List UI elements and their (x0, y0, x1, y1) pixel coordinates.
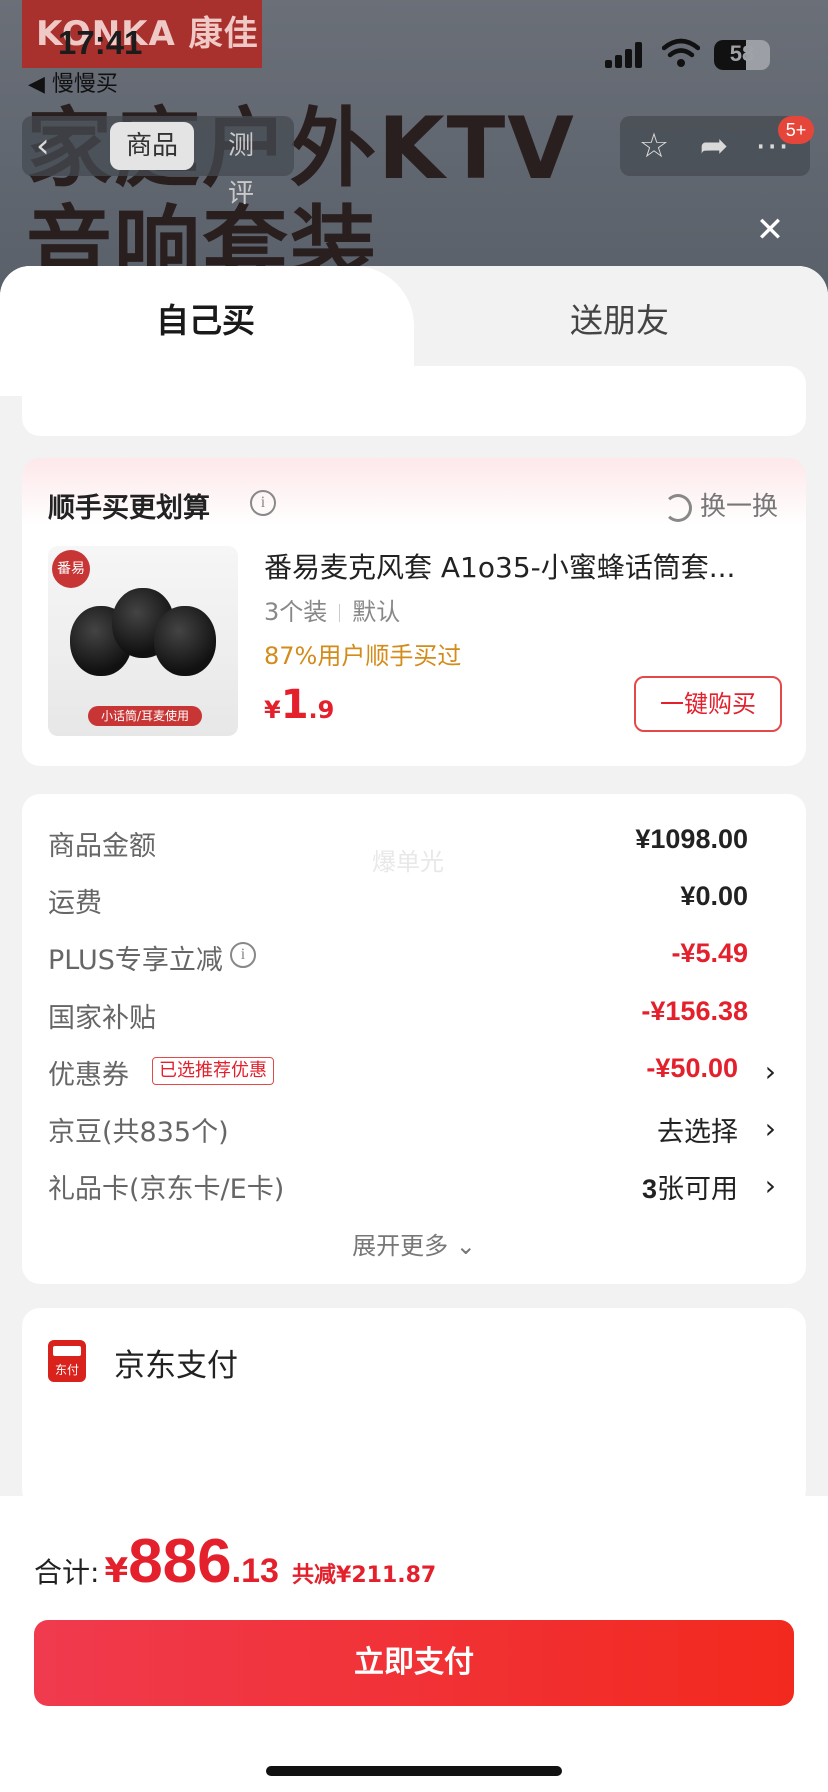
row-goods-amount: 商品金额 ¥1098.00 (48, 824, 748, 862)
tab-review[interactable]: 测评 (212, 122, 294, 209)
chevron-right-icon: › (764, 1169, 776, 1202)
row-gift-card[interactable]: 礼品卡(京东卡/E卡) 3张可用 › (22, 1167, 806, 1207)
upsell-product-spec: 3个装 默认 (264, 598, 401, 626)
status-bar: 17:41 ◀ 慢慢买 58 (0, 0, 828, 100)
upsell-product-price: ¥1.9 (264, 682, 335, 728)
back-to-app-link[interactable]: ◀ 慢慢买 (28, 66, 118, 98)
payment-method-card[interactable]: 东付 京东支付 (22, 1308, 806, 1508)
signal-icon (605, 42, 645, 68)
upsell-title: 顺手买更划算 (48, 493, 210, 524)
expand-more-button[interactable]: 展开更多 ⌄ (22, 1226, 806, 1261)
row-jd-beans[interactable]: 京豆(共835个) 去选择 › (22, 1110, 806, 1150)
chevron-right-icon: › (764, 1055, 776, 1088)
info-icon[interactable]: i (250, 490, 276, 516)
price-summary-card: 爆单光 商品金额 ¥1098.00 运费 ¥0.00 PLUS专享立减 i -¥… (22, 794, 806, 1284)
tab-product[interactable]: 商品 (110, 122, 195, 170)
coupon-selected-tag: 已选推荐优惠 (152, 1057, 274, 1085)
close-icon[interactable]: ✕ (750, 210, 790, 250)
pay-now-button[interactable]: 立即支付 (34, 1620, 794, 1706)
row-shipping: 运费 ¥0.00 (48, 881, 748, 919)
upsell-card: 顺手买更划算 i 换一换 番易 小话筒/耳麦使用 番易麦克风套 A1o35-小蜜… (22, 458, 806, 766)
upsell-product-name[interactable]: 番易麦克风套 A1o35-小蜜蜂话筒套... (264, 546, 784, 586)
one-click-buy-button[interactable]: 一键购买 (634, 676, 782, 732)
upsell-social-proof: 87%用户顺手买过 (264, 642, 462, 670)
row-plus-discount: PLUS专享立减 i -¥5.49 (48, 938, 748, 976)
wifi-icon (662, 38, 700, 67)
product-image-tag: 小话筒/耳麦使用 (88, 706, 202, 726)
row-coupon[interactable]: 优惠券 已选推荐优惠 -¥50.00 › (22, 1053, 806, 1093)
payment-method-title: 京东支付 (114, 1348, 238, 1384)
refresh-icon (663, 493, 692, 522)
info-icon[interactable]: i (230, 942, 256, 968)
chevron-right-icon: › (764, 1112, 776, 1145)
product-brand-logo: 番易 (52, 550, 90, 588)
chevron-down-icon: ⌄ (455, 1232, 476, 1260)
row-national-subsidy: 国家补贴 -¥156.38 (48, 996, 748, 1034)
status-time: 17:41 (58, 24, 143, 61)
home-indicator (266, 1766, 562, 1776)
checkout-bottom-bar: 合计: ¥886.13 共减¥211.87 立即支付 (0, 1496, 828, 1792)
tab-send-friend[interactable]: 送朋友 (380, 266, 828, 366)
tab-buy-self[interactable]: 自己买 (0, 266, 414, 396)
upsell-product-image[interactable]: 番易 小话筒/耳麦使用 (48, 546, 238, 736)
star-icon[interactable]: ☆ (636, 128, 672, 164)
swap-button[interactable]: 换一换 (663, 486, 778, 523)
message-badge: 5+ (778, 116, 814, 144)
order-total: 合计: ¥886.13 共减¥211.87 (34, 1527, 437, 1596)
share-icon[interactable]: ➦ (696, 128, 732, 164)
battery-level: 58 (729, 41, 755, 66)
total-savings: 共减¥211.87 (292, 1563, 437, 1588)
product-nav-bar: ‹ 商品 测评 (22, 116, 294, 209)
back-chevron-icon[interactable]: ‹ (36, 128, 72, 164)
battery-icon: 58 (714, 40, 770, 70)
jd-pay-icon: 东付 (48, 1340, 86, 1382)
